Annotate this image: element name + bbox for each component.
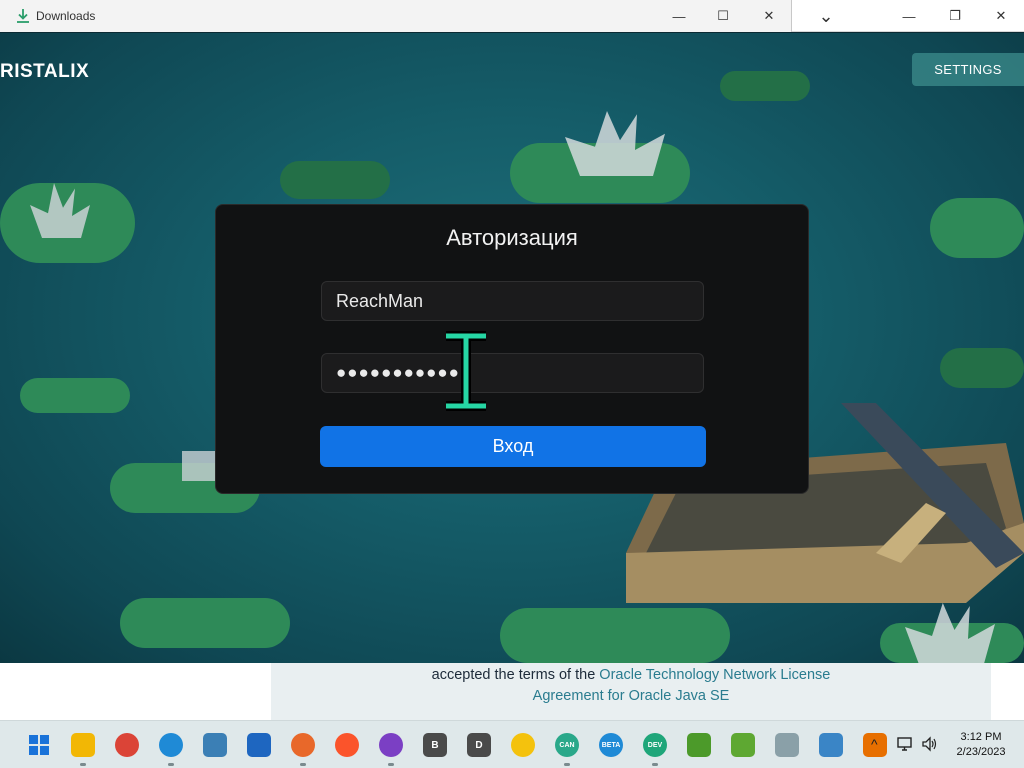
taskbar-start-icon[interactable]: [27, 733, 51, 757]
taskbar-app-window-icon[interactable]: [247, 733, 271, 757]
lily-pad: [120, 598, 290, 648]
browser-page: accepted the terms of the Oracle Technol…: [0, 663, 1024, 720]
chevron-down-icon[interactable]: ⌄: [803, 0, 849, 32]
window-titlebar: Downloads — ☐ ✕ ⌄ — ❐ ✕: [0, 0, 1024, 32]
lily-pad: [720, 71, 810, 101]
taskbar-photos-icon[interactable]: [203, 733, 227, 757]
downloads-window-titlebar[interactable]: Downloads — ☐ ✕: [0, 0, 792, 32]
taskbar-disc-app-icon[interactable]: [775, 733, 799, 757]
taskbar-edge-canary-icon[interactable]: CAN: [555, 733, 579, 757]
launcher-logo: RISTALIX: [0, 61, 90, 82]
lily-pad: [930, 198, 1024, 258]
settings-button[interactable]: SETTINGS: [912, 53, 1024, 86]
download-icon: [17, 9, 29, 23]
maximize-button[interactable]: ☐: [700, 0, 746, 32]
lily-pad: [280, 161, 390, 199]
taskbar-window-app-icon[interactable]: [819, 733, 843, 757]
text-cursor-icon: [446, 331, 486, 411]
minimize-button[interactable]: —: [656, 0, 702, 32]
outer-close-button[interactable]: ✕: [978, 0, 1024, 32]
login-button[interactable]: Вход: [320, 426, 706, 467]
taskbar-app-purple-icon[interactable]: [379, 733, 403, 757]
license-link-continued[interactable]: Agreement for Oracle Java SE: [533, 688, 730, 704]
taskbar-running-indicator: [168, 763, 174, 766]
window-title: Downloads: [36, 9, 96, 23]
dialog-title: Авторизация: [446, 225, 578, 250]
taskbar: B D CAN BETA DEV ^ 3:12 PM 2/23/2023: [0, 720, 1024, 768]
password-field[interactable]: ●●●●●●●●●●●: [321, 353, 704, 393]
lily-pad: [500, 608, 730, 663]
taskbar-chrome-beta-icon[interactable]: B: [423, 733, 447, 757]
outer-minimize-button[interactable]: —: [886, 0, 932, 32]
license-link[interactable]: Oracle Technology Network License: [599, 667, 830, 683]
taskbar-app-green-1-icon[interactable]: [687, 733, 711, 757]
tray-chevron-icon[interactable]: ^: [871, 736, 878, 752]
taskbar-edge-dev-icon[interactable]: DEV: [643, 733, 667, 757]
taskbar-running-indicator: [564, 763, 570, 766]
outer-restore-button[interactable]: ❐: [932, 0, 978, 32]
license-text: accepted the terms of the Oracle Technol…: [271, 665, 991, 707]
taskbar-running-indicator: [388, 763, 394, 766]
license-prefix: accepted the terms of the: [431, 667, 600, 683]
taskbar-edge-beta-icon[interactable]: BETA: [599, 733, 623, 757]
taskbar-running-indicator: [80, 763, 86, 766]
username-field[interactable]: ReachMan: [321, 281, 704, 321]
taskbar-chrome-dev-icon[interactable]: D: [467, 733, 491, 757]
volume-icon[interactable]: [920, 735, 938, 753]
taskbar-file-explorer-icon[interactable]: [71, 733, 95, 757]
license-panel: accepted the terms of the Oracle Technol…: [271, 663, 991, 720]
taskbar-app-green-2-icon[interactable]: [731, 733, 755, 757]
close-button[interactable]: ✕: [746, 0, 792, 32]
clock[interactable]: 3:12 PM 2/23/2023: [948, 730, 1014, 760]
clock-time: 3:12 PM: [960, 731, 1002, 743]
taskbar-chrome-icon[interactable]: [115, 733, 139, 757]
taskbar-running-indicator: [300, 763, 306, 766]
login-dialog: Авторизация ReachMan ●●●●●●●●●●● Вход: [215, 204, 809, 494]
taskbar-brave-icon[interactable]: [335, 733, 359, 757]
lily-pad: [20, 378, 130, 413]
network-icon[interactable]: [896, 735, 914, 753]
lily-pad: [940, 348, 1024, 388]
clock-date: 2/23/2023: [956, 746, 1006, 758]
taskbar-edge-icon[interactable]: [159, 733, 183, 757]
lotus-flower: [565, 111, 665, 176]
username-value: ReachMan: [336, 290, 424, 311]
taskbar-chrome-canary-icon[interactable]: [511, 733, 535, 757]
taskbar-firefox-icon[interactable]: [291, 733, 315, 757]
taskbar-running-indicator: [652, 763, 658, 766]
